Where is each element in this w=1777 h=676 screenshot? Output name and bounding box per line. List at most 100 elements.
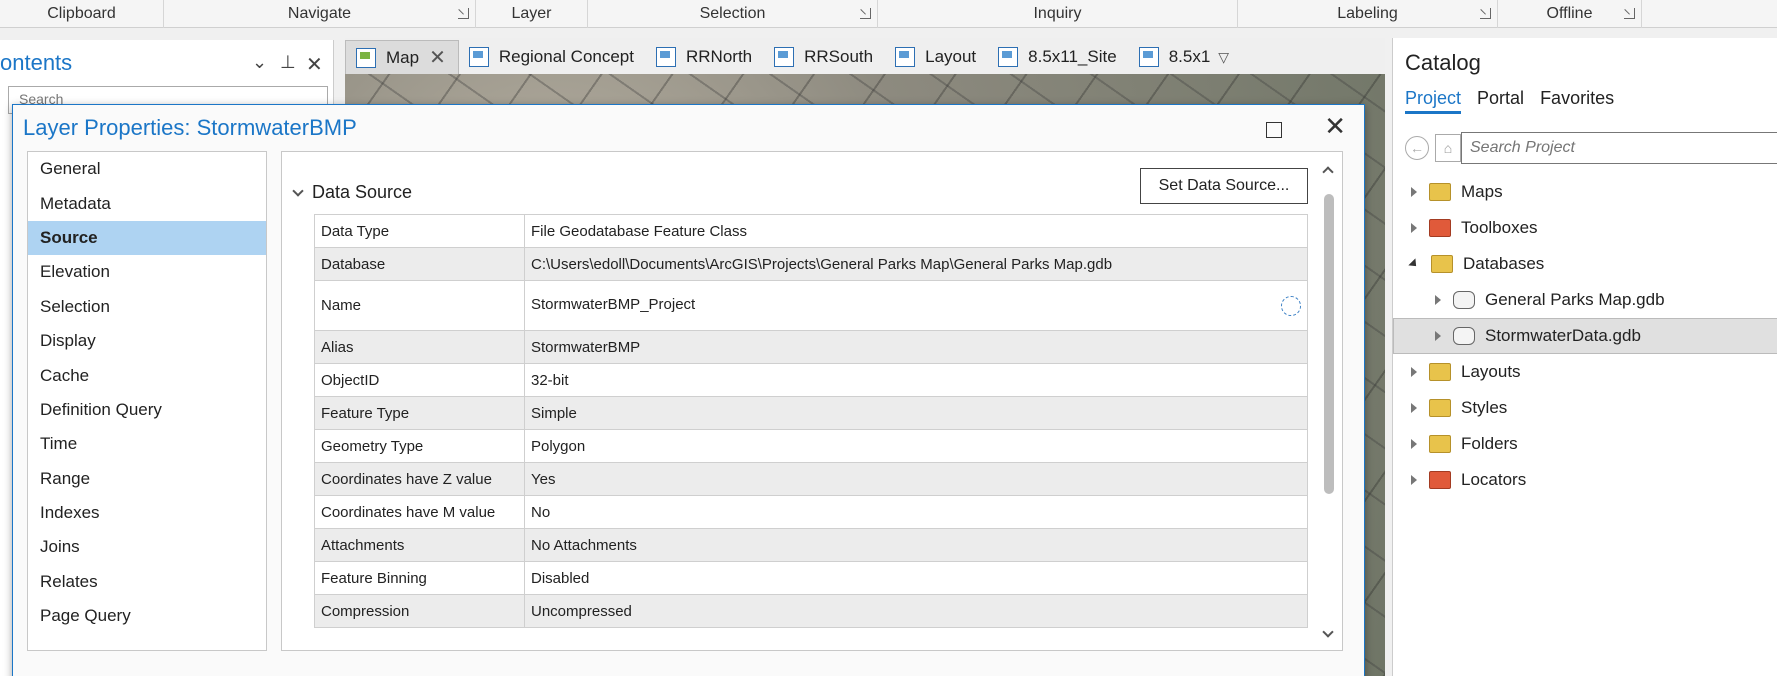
- table-row: Alias StormwaterBMP: [314, 330, 1308, 364]
- expand-arrow-icon[interactable]: [1411, 475, 1417, 485]
- catalog-search-input[interactable]: [1461, 132, 1777, 164]
- table-row: Coordinates have M value No: [314, 495, 1308, 529]
- tab-portal[interactable]: Portal: [1477, 88, 1524, 114]
- tree-item-stormwaterdata-gdb[interactable]: StormwaterData.gdb: [1393, 318, 1777, 354]
- chevron-down-icon[interactable]: ⌄: [252, 52, 267, 73]
- data-source-table: Data Type File Geodatabase Feature Class …: [314, 214, 1308, 628]
- tab-favorites[interactable]: Favorites: [1540, 88, 1614, 114]
- locators-folder-icon: [1429, 471, 1451, 489]
- maximize-icon[interactable]: [1266, 122, 1282, 138]
- nav-item-display[interactable]: Display: [28, 324, 266, 358]
- catalog-title: Catalog: [1405, 50, 1481, 75]
- layout-icon: [998, 47, 1019, 67]
- tree-item-layouts[interactable]: Layouts: [1393, 354, 1777, 390]
- geodatabase-home-icon: [1453, 291, 1475, 309]
- expand-arrow-icon[interactable]: [1411, 367, 1417, 377]
- catalog-tree: Maps Toolboxes Databases General Parks M…: [1393, 174, 1777, 498]
- close-icon[interactable]: ✕: [306, 52, 323, 77]
- tab-8-5x11-site[interactable]: 8.5x11_Site: [988, 40, 1129, 74]
- tree-item-locators[interactable]: Locators: [1393, 462, 1777, 498]
- tab-overflow-chevron-icon[interactable]: ▽: [1218, 49, 1229, 66]
- tab-rrnorth[interactable]: RRNorth: [646, 40, 764, 74]
- table-row: Name StormwaterBMP_Project: [314, 280, 1308, 331]
- table-row: Data Type File Geodatabase Feature Class: [314, 214, 1308, 248]
- tab-layout[interactable]: Layout: [885, 40, 988, 74]
- data-source-section-header[interactable]: Data Source: [292, 182, 412, 203]
- scrollbar-thumb[interactable]: [1324, 194, 1334, 494]
- nav-item-joins[interactable]: Joins: [28, 530, 266, 564]
- tab-8-5x1[interactable]: 8.5x1 ▽: [1129, 40, 1241, 74]
- nav-item-source[interactable]: Source: [28, 220, 266, 256]
- ribbon-group-navigate: Navigate: [164, 0, 476, 28]
- styles-folder-icon: [1429, 399, 1451, 417]
- expand-arrow-icon[interactable]: [1411, 439, 1417, 449]
- locate-icon[interactable]: [1281, 295, 1301, 316]
- layout-icon: [774, 47, 795, 67]
- tree-item-databases[interactable]: Databases: [1393, 246, 1777, 282]
- expand-arrow-icon[interactable]: [1411, 223, 1417, 233]
- chevron-down-icon[interactable]: [292, 184, 304, 197]
- dialog-launcher-icon[interactable]: [458, 8, 469, 19]
- tab-regional-concept[interactable]: Regional Concept: [459, 40, 646, 74]
- catalog-pane: Catalog Project Portal Favorites ← ⌂ Map…: [1392, 38, 1777, 676]
- tab-rrsouth[interactable]: RRSouth: [764, 40, 885, 74]
- expand-arrow-icon[interactable]: [1411, 403, 1417, 413]
- nav-item-indexes[interactable]: Indexes: [28, 496, 266, 530]
- nav-item-cache[interactable]: Cache: [28, 358, 266, 392]
- table-row: Coordinates have Z value Yes: [314, 462, 1308, 496]
- map-icon: [356, 47, 376, 68]
- table-row: Feature Binning Disabled: [314, 561, 1308, 595]
- close-tab-icon[interactable]: ✕: [429, 45, 446, 70]
- ribbon-group-labeling: Labeling: [1238, 0, 1498, 28]
- set-data-source-button[interactable]: Set Data Source...: [1140, 168, 1308, 204]
- dialog-launcher-icon[interactable]: [1624, 8, 1635, 19]
- layouts-folder-icon: [1429, 363, 1451, 381]
- geodatabase-icon: [1453, 327, 1475, 345]
- nav-item-time[interactable]: Time: [28, 427, 266, 461]
- tree-item-maps[interactable]: Maps: [1393, 174, 1777, 210]
- tab-map[interactable]: Map ✕: [345, 40, 459, 74]
- layout-icon: [1138, 47, 1159, 67]
- source-content-panel: Data Source Set Data Source... Data Type…: [281, 151, 1343, 651]
- dialog-close-icon[interactable]: ✕: [1324, 113, 1346, 139]
- scroll-down-icon[interactable]: [1322, 626, 1334, 638]
- database-folder-icon: [1431, 255, 1453, 273]
- document-tab-strip: Map ✕ Regional Concept RRNorth RRSouth L…: [345, 38, 1385, 74]
- contents-pane-title: ontents: [0, 50, 73, 75]
- tree-item-toolboxes[interactable]: Toolboxes: [1393, 210, 1777, 246]
- pin-icon[interactable]: ⊥: [280, 52, 296, 73]
- folders-folder-icon: [1429, 435, 1451, 453]
- toolbox-icon: [1429, 219, 1451, 237]
- nav-item-general[interactable]: General: [28, 152, 266, 186]
- catalog-tabs: Project Portal Favorites: [1405, 88, 1614, 114]
- tree-item-styles[interactable]: Styles: [1393, 390, 1777, 426]
- expand-arrow-icon[interactable]: [1435, 295, 1441, 305]
- maps-folder-icon: [1429, 183, 1451, 201]
- nav-item-range[interactable]: Range: [28, 462, 266, 496]
- dialog-title: Layer Properties: StormwaterBMP: [23, 115, 357, 140]
- layer-properties-dialog: Layer Properties: StormwaterBMP ✕ Genera…: [12, 104, 1365, 676]
- tab-project[interactable]: Project: [1405, 88, 1462, 114]
- scroll-up-icon[interactable]: [1322, 166, 1334, 178]
- nav-item-metadata[interactable]: Metadata: [28, 186, 266, 220]
- home-icon[interactable]: ⌂: [1435, 134, 1461, 162]
- ribbon-group-layer: Layer: [476, 0, 588, 28]
- ribbon-group-clipboard: Clipboard: [0, 0, 164, 28]
- tree-item-general-parks-map-gdb[interactable]: General Parks Map.gdb: [1393, 282, 1777, 318]
- nav-item-relates[interactable]: Relates: [28, 565, 266, 599]
- expand-arrow-icon[interactable]: [1435, 331, 1441, 341]
- back-arrow-icon[interactable]: ←: [1405, 136, 1429, 160]
- ribbon-group-inquiry: Inquiry: [878, 0, 1238, 28]
- nav-item-elevation[interactable]: Elevation: [28, 255, 266, 289]
- collapse-arrow-icon[interactable]: [1408, 258, 1420, 270]
- dialog-launcher-icon[interactable]: [1480, 8, 1491, 19]
- nav-item-page-query[interactable]: Page Query: [28, 599, 266, 633]
- tree-item-folders[interactable]: Folders: [1393, 426, 1777, 462]
- ribbon-group-labels: Clipboard Navigate Layer Selection Inqui…: [0, 0, 1777, 28]
- nav-item-selection[interactable]: Selection: [28, 290, 266, 324]
- vertical-scrollbar[interactable]: [1322, 162, 1336, 642]
- nav-item-definition-query[interactable]: Definition Query: [28, 393, 266, 427]
- dialog-launcher-icon[interactable]: [860, 8, 871, 19]
- expand-arrow-icon[interactable]: [1411, 187, 1417, 197]
- table-row: Geometry Type Polygon: [314, 429, 1308, 463]
